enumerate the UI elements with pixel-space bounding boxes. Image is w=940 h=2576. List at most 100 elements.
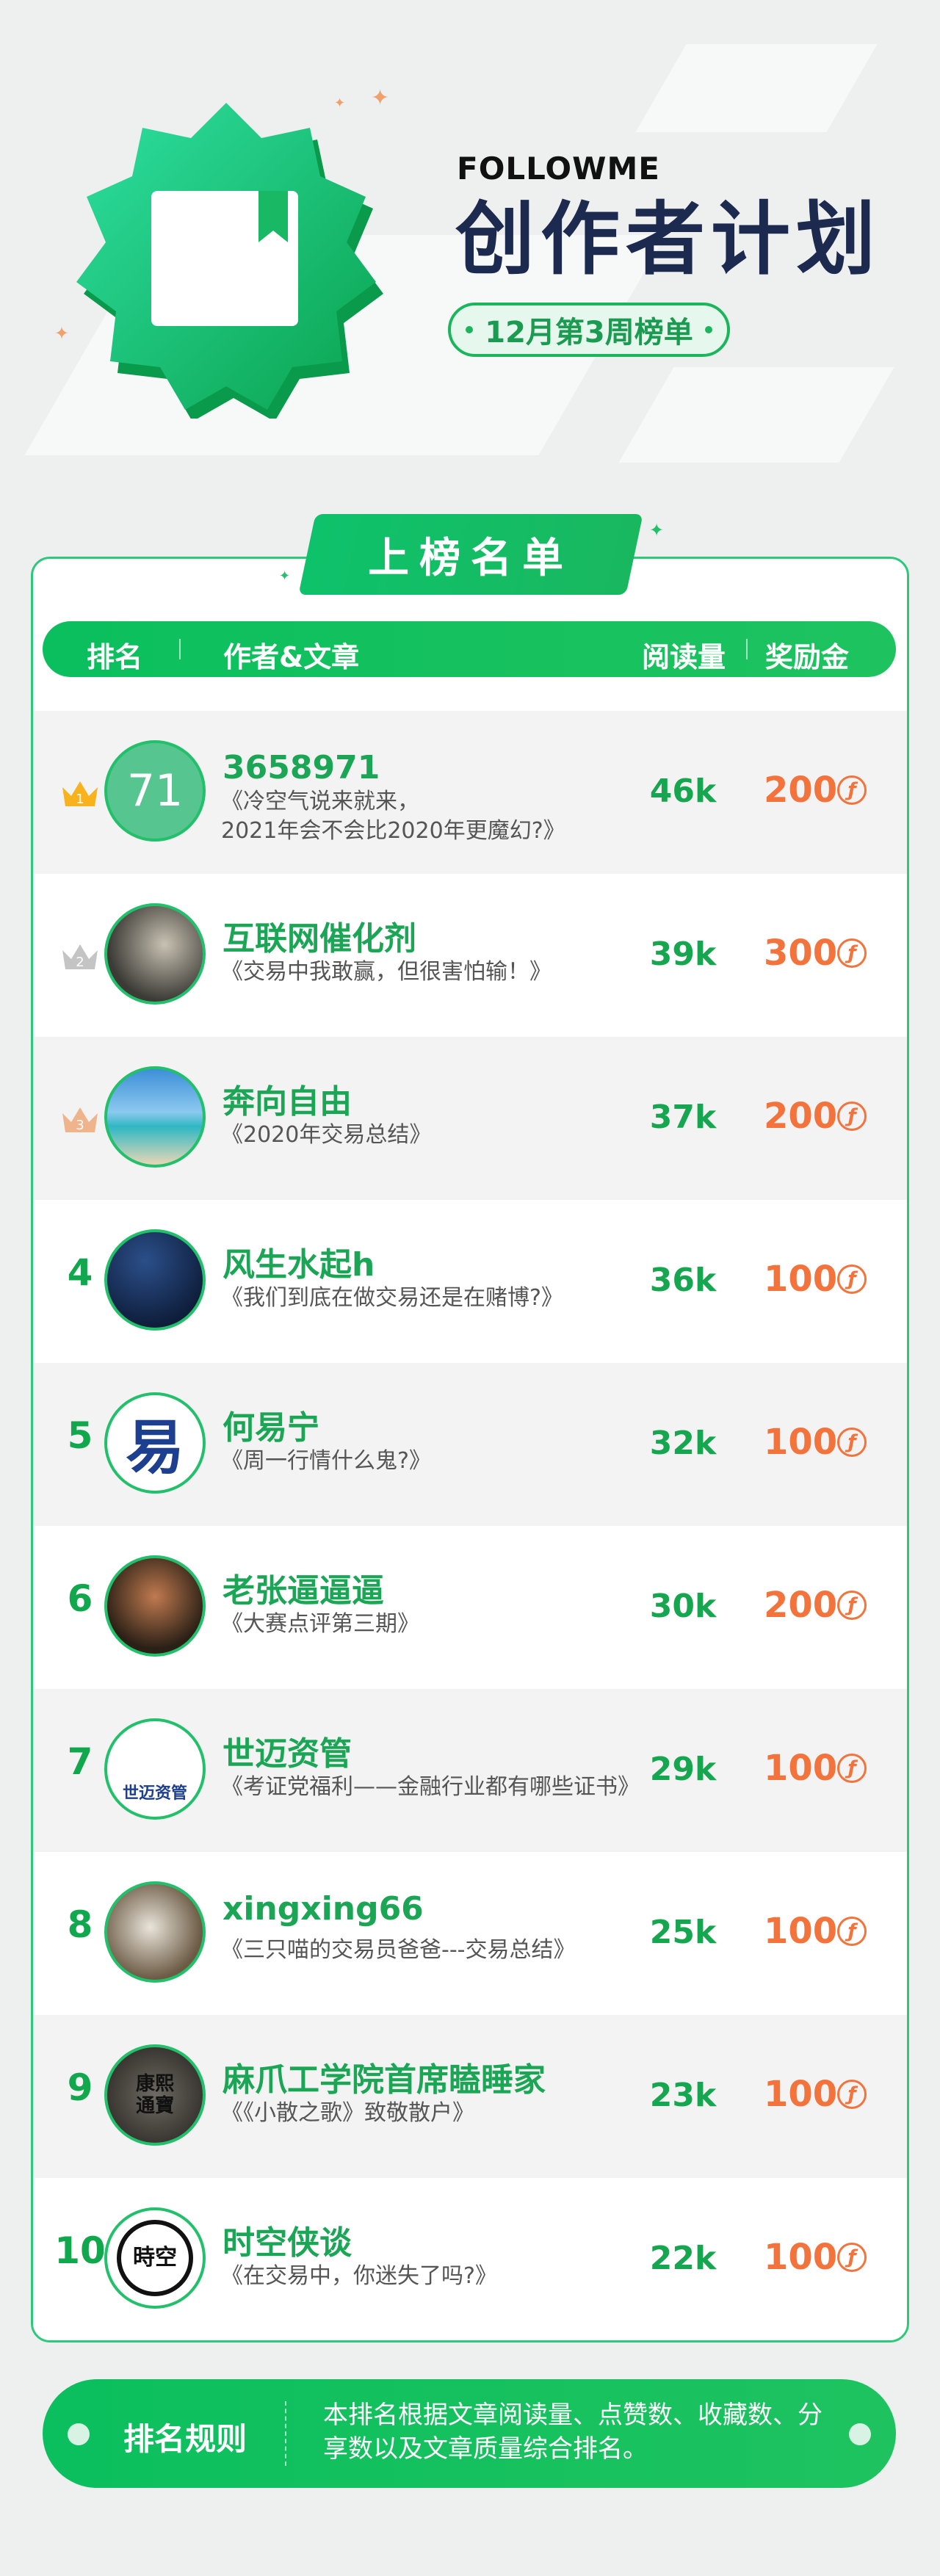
bronze-crown-icon: 3 [62, 1107, 98, 1133]
article-title[interactable]: 《大赛点评第三期》 [221, 1610, 632, 1639]
week-label-text: 12月第3周榜单 [485, 316, 693, 350]
ranking-row[interactable]: 5 易 何易宁 《周一行情什么鬼?》 32k 100 ƒ [33, 1363, 907, 1526]
bonus-amount: 200 [764, 770, 838, 811]
rules-text: 本排名根据文章阅读量、点赞数、收藏数、分享数以及文章质量综合排名。 [323, 2400, 822, 2464]
rules-banner: 排名规则 本排名根据文章阅读量、点赞数、收藏数、分享数以及文章质量综合排名。 [43, 2379, 896, 2488]
bonus-amount: 100 [764, 2074, 838, 2115]
silver-crown-icon: 2 [62, 944, 98, 970]
ribbon-title: 上榜名单 [368, 534, 574, 582]
bonus-amount: 300 [764, 933, 838, 974]
ranking-row[interactable]: 7 世迈资管 世迈资管 《考证党福利——金融行业都有哪些证书》 29k 100 … [33, 1689, 907, 1852]
ranking-row[interactable]: 2 互联网催化剂 《交易中我敢赢，但很害怕输！》 39k 300 ƒ [33, 874, 907, 1037]
ranking-row[interactable]: 3 奔向自由 《2020年交易总结》 37k 200 ƒ [33, 1037, 907, 1200]
coin-icon: ƒ [837, 1754, 867, 1783]
avatar[interactable] [104, 1555, 206, 1657]
bonus-amount: 100 [764, 1748, 838, 1789]
coin-icon: ƒ [837, 1917, 867, 1946]
bg-shape [635, 44, 878, 132]
col-bonus: 奖励金 [765, 641, 850, 673]
avatar[interactable]: 時空 [104, 2207, 206, 2309]
divider [285, 2401, 286, 2466]
reads-count: 23k [649, 2077, 717, 2114]
avatar[interactable] [104, 1229, 206, 1331]
author-name[interactable]: 世迈资管 [223, 1727, 352, 1774]
article-title[interactable]: 《周一行情什么鬼?》 [221, 1447, 632, 1476]
sparkle-icon: ✦ [649, 520, 665, 540]
article-title[interactable]: 《三只喵的交易员爸爸---交易总结》 [221, 1936, 632, 1965]
reads-count: 25k [649, 1914, 717, 1951]
article-title[interactable]: 《《小散之歌》致敬散户》 [221, 2099, 632, 2128]
reads-count: 36k [649, 1262, 717, 1299]
avatar[interactable] [104, 1881, 206, 1983]
coin-icon: ƒ [837, 1265, 867, 1294]
avatar-text: 世迈资管 [122, 1784, 187, 1803]
bonus-amount: 200 [764, 1096, 838, 1137]
reads-count: 46k [649, 773, 717, 810]
author-name[interactable]: 老张逼逼逼 [223, 1564, 384, 1611]
article-title[interactable]: 《交易中我敢赢，但很害怕输！》 [221, 958, 632, 987]
ranking-row[interactable]: 9 康熙通寶 麻爪工学院首席瞌睡家 《《小散之歌》致敬散户》 23k 100 ƒ [33, 2015, 907, 2178]
author-name[interactable]: 风生水起h [223, 1238, 375, 1285]
avatar[interactable]: 易 [104, 1392, 206, 1494]
sparkle-icon: ✦ [279, 568, 291, 584]
col-rank: 排名 [87, 641, 143, 673]
article-title[interactable]: 《在交易中，你迷失了吗?》 [221, 2262, 632, 2291]
coin-icon: ƒ [837, 938, 867, 968]
coin-icon: ƒ [837, 1591, 867, 1620]
coin-icon: ƒ [837, 2080, 867, 2109]
coin-icon: ƒ [837, 1428, 867, 1457]
book-badge-icon [76, 103, 383, 419]
author-name[interactable]: 麻爪工学院首席瞌睡家 [223, 2053, 546, 2100]
coin-icon: ƒ [837, 2243, 867, 2272]
gold-crown-icon: 1 [62, 781, 98, 807]
author-name[interactable]: 时空侠谈 [223, 2216, 352, 2263]
dot-icon [68, 2423, 90, 2445]
col-author-article: 作者&文章 [223, 641, 360, 673]
brand-logo: FOLLOWME [457, 151, 660, 187]
ranking-row[interactable]: 1 71 3658971 《冷空气说来就来， 2021年会不会比2020年更魔幻… [33, 711, 907, 874]
author-name[interactable]: 何易宁 [223, 1401, 319, 1448]
author-name[interactable]: 互联网催化剂 [223, 912, 416, 959]
column-header: 排名 作者&文章 阅读量 奖励金 [43, 621, 896, 677]
avatar-text: 71 [126, 765, 184, 817]
ranking-row[interactable]: 4 风生水起h 《我们到底在做交易还是在赌博?》 36k 100 ƒ [33, 1200, 907, 1363]
ranking-row[interactable]: 6 老张逼逼逼 《大赛点评第三期》 30k 200 ƒ [33, 1526, 907, 1689]
rules-label: 排名规则 [123, 2421, 247, 2457]
article-title[interactable]: 《我们到底在做交易还是在赌博?》 [221, 1284, 632, 1313]
ranking-row[interactable]: 8 xingxing66 《三只喵的交易员爸爸---交易总结》 25k 100 … [33, 1852, 907, 2015]
rank-number: 2 [76, 955, 84, 970]
avatar[interactable]: 康熙通寶 [104, 2044, 206, 2146]
bonus-amount: 200 [764, 1585, 838, 1626]
bonus-amount: 100 [764, 1911, 838, 1952]
reads-count: 30k [649, 1588, 717, 1625]
reads-count: 22k [649, 2240, 717, 2277]
reads-count: 29k [649, 1751, 717, 1788]
article-title[interactable]: 《冷空气说来就来， 2021年会不会比2020年更魔幻?》 [221, 787, 632, 846]
sparkle-icon: ✦ [54, 323, 70, 344]
header: ✦ ✦ ✦ FOLLOWME 创作者计划 12月第3周榜单 [0, 0, 940, 543]
coin-icon: ƒ [837, 775, 867, 805]
author-name[interactable]: 3658971 [223, 749, 380, 786]
dot-icon [466, 326, 474, 333]
dot-icon [704, 326, 712, 333]
rank-number: 1 [76, 792, 84, 807]
bonus-amount: 100 [764, 1259, 838, 1300]
divider [179, 639, 181, 659]
avatar[interactable] [104, 1066, 206, 1168]
avatar[interactable] [104, 903, 206, 1005]
avatar-text: 康熙通寶 [135, 2073, 174, 2117]
article-title[interactable]: 《2020年交易总结》 [221, 1121, 632, 1150]
article-title[interactable]: 《考证党福利——金融行业都有哪些证书》 [221, 1773, 662, 1802]
reads-count: 39k [649, 936, 717, 973]
avatar[interactable]: 71 [104, 740, 206, 842]
avatar[interactable]: 世迈资管 [104, 1718, 206, 1820]
week-label: 12月第3周榜单 [448, 303, 730, 357]
author-name[interactable]: 奔向自由 [223, 1075, 352, 1122]
col-reads: 阅读量 [642, 641, 726, 673]
divider [746, 639, 748, 659]
ranking-row[interactable]: 10 時空 时空侠谈 《在交易中，你迷失了吗?》 22k 100 ƒ [33, 2178, 907, 2341]
reads-count: 32k [649, 1425, 717, 1462]
bonus-amount: 100 [764, 2237, 838, 2278]
author-name[interactable]: xingxing66 [223, 1890, 424, 1928]
coin-icon: ƒ [837, 1101, 867, 1131]
